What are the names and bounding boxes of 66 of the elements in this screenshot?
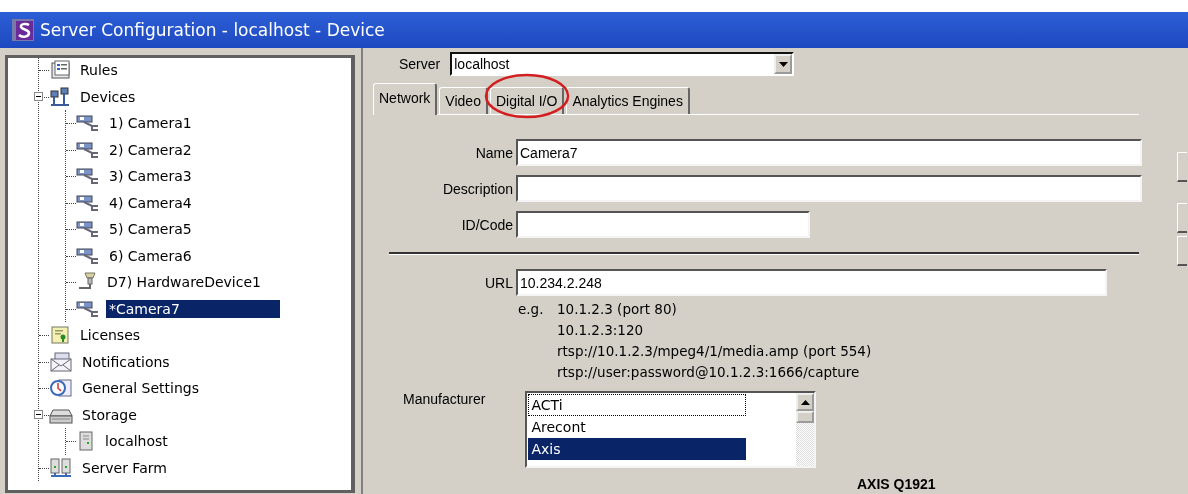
document-icon	[49, 60, 71, 81]
tree-item[interactable]: 2) Camera2	[106, 140, 195, 159]
caret-icon	[778, 61, 788, 67]
tree-item[interactable]: Storage	[79, 405, 140, 424]
camera-icon	[76, 140, 100, 159]
camera-icon	[76, 220, 100, 239]
manufacturer-list[interactable]: ACTi Arecont Axis	[525, 391, 817, 468]
text-field[interactable]: Camera7	[516, 139, 1142, 166]
license-icon	[49, 325, 71, 346]
tree-item[interactable]: D7) HardwareDevice1	[104, 273, 264, 292]
field-label: Description	[441, 180, 513, 197]
tab[interactable]: Analytics Engines	[566, 87, 690, 114]
tab[interactable]: Digital I/O	[489, 87, 565, 114]
tab[interactable]: Network	[373, 83, 438, 115]
list-item[interactable]: Arecont	[528, 416, 747, 438]
camera-icon	[76, 299, 100, 318]
server-icon	[76, 431, 96, 452]
camera-icon	[76, 193, 100, 212]
button-edge[interactable]	[1177, 203, 1187, 233]
tree-item[interactable]: Licenses	[77, 326, 144, 345]
tree-item[interactable]: General Settings	[79, 379, 203, 398]
clock-settings-icon	[49, 378, 73, 399]
field-label: Manufacturer	[403, 391, 486, 409]
url-example: 10.1.2.3:120	[557, 322, 645, 338]
list-item[interactable]: Axis	[528, 438, 747, 460]
button-edge[interactable]	[1177, 152, 1187, 182]
arrow-up-icon	[801, 399, 810, 405]
scroll-thumb[interactable]	[796, 411, 815, 423]
tree-item[interactable]: *Camera7	[106, 299, 280, 318]
tree-item[interactable]: Rules	[77, 61, 121, 80]
text-field[interactable]	[516, 211, 810, 238]
hint-prefix: e.g.	[518, 301, 545, 317]
field-label: Name	[474, 144, 513, 161]
tree-item[interactable]: 6) Camera6	[106, 246, 195, 265]
server-dropdown[interactable]: localhost	[450, 52, 795, 76]
tree-item[interactable]: Server Farm	[79, 458, 170, 477]
text-field[interactable]	[516, 175, 1142, 202]
model-name: AXIS Q1921	[857, 476, 936, 492]
window-title: Server Configuration - localhost - Device	[40, 20, 385, 40]
server-rack-icon	[49, 457, 73, 478]
button-edge[interactable]	[1177, 236, 1187, 266]
expander-toggle[interactable]	[34, 409, 43, 419]
list-item[interactable]: ACTi	[528, 394, 747, 416]
envelope-icon	[49, 351, 73, 372]
app-logo-icon	[12, 19, 34, 41]
expander-toggle[interactable]	[34, 91, 43, 101]
camera-icon	[76, 114, 100, 133]
camera-icon	[76, 246, 100, 265]
server-label: Server	[399, 56, 441, 72]
tree-item[interactable]: Notifications	[79, 352, 173, 371]
url-example: 10.1.2.3 (port 80)	[557, 301, 678, 317]
field-label: ID/Code	[460, 216, 513, 233]
camera-icon	[76, 167, 100, 186]
url-example: rtsp://10.1.2.3/mpeg4/1/media.amp (port 554)	[557, 343, 873, 359]
tree-item[interactable]: 4) Camera4	[106, 193, 195, 212]
scrollbar[interactable]	[796, 393, 815, 466]
tree-item[interactable]: Devices	[77, 87, 139, 106]
network-devices-icon	[49, 86, 71, 107]
tree-item[interactable]: 1) Camera1	[106, 114, 195, 133]
tree-item[interactable]: localhost	[102, 432, 171, 451]
url-field[interactable]: 10.234.2.248	[516, 269, 1107, 296]
tree-item[interactable]: 3) Camera3	[106, 167, 195, 186]
tree-item[interactable]: 5) Camera5	[106, 220, 195, 239]
field-label: URL	[484, 274, 513, 291]
tab[interactable]: Video	[439, 87, 488, 114]
url-example: rtsp://user:password@10.1.2.3:1666/capture	[557, 364, 861, 380]
